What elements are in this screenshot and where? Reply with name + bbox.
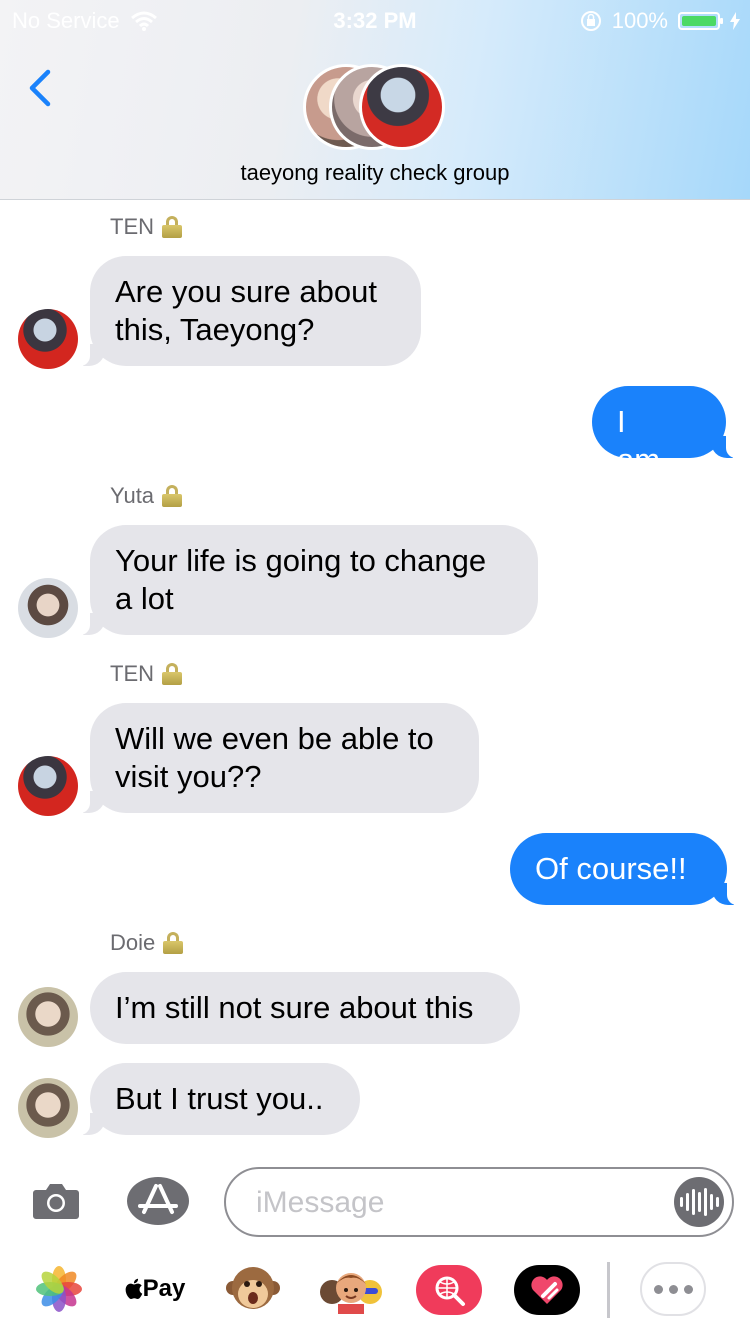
battery-icon <box>678 12 723 30</box>
incoming-message-bubble[interactable]: I’m still not sure about this <box>90 972 520 1044</box>
imessage-input[interactable] <box>256 1183 676 1223</box>
charging-bolt-icon <box>730 12 740 30</box>
message-text: I’m still not sure about this <box>115 990 474 1025</box>
outgoing-message-bubble[interactable]: I am... <box>592 386 738 477</box>
message-text: But I trust you.. <box>115 1081 324 1116</box>
drawer-divider <box>607 1262 610 1318</box>
monkey-animoji-icon[interactable] <box>226 1262 280 1316</box>
sender-name: TEN <box>110 661 182 687</box>
status-right: 100% <box>580 8 740 34</box>
sender-name: Doie <box>110 930 184 956</box>
message-text: I am... <box>617 404 686 477</box>
apple-pay-icon[interactable]: Pay <box>124 1262 186 1316</box>
message-text-line: a lot <box>115 581 174 616</box>
photos-app-icon[interactable] <box>36 1262 82 1316</box>
apple-logo-icon <box>125 1278 142 1299</box>
incoming-message-bubble[interactable]: But I trust you.. <box>78 1063 360 1135</box>
incoming-message-bubble[interactable]: Are you sure about this, Taeyong? <box>78 256 421 366</box>
conversation-header: No Service 3:32 PM 100% taeyong reality … <box>0 0 750 200</box>
incoming-message-bubble[interactable]: Will we even be able to visit you?? <box>78 703 479 813</box>
sender-avatar[interactable] <box>18 1078 78 1138</box>
message-text-line: visit you?? <box>115 759 262 794</box>
app-store-icon[interactable] <box>126 1176 190 1226</box>
group-member-avatar <box>359 64 445 150</box>
group-avatar-stack[interactable] <box>303 64 453 152</box>
apple-pay-label: Pay <box>142 1275 186 1302</box>
search-app-icon[interactable] <box>416 1265 482 1315</box>
sender-name: TEN <box>110 214 182 240</box>
lock-icon <box>162 485 183 507</box>
camera-icon[interactable] <box>32 1180 80 1220</box>
message-text-line: this, Taeyong? <box>115 312 315 347</box>
sender-avatar[interactable] <box>18 987 78 1047</box>
lock-icon <box>162 663 182 685</box>
lock-icon <box>163 932 184 954</box>
message-text-line: Your life is going to change <box>115 543 487 578</box>
lock-icon <box>162 216 182 238</box>
sender-avatar[interactable] <box>18 309 78 369</box>
group-name[interactable]: taeyong reality check group <box>0 160 750 186</box>
battery-percent: 100% <box>611 8 668 33</box>
message-text-line: Are you sure about <box>115 274 377 309</box>
imessage-field-container <box>224 1167 734 1237</box>
message-text: Of course!! <box>535 851 687 886</box>
more-apps-icon[interactable] <box>640 1262 706 1316</box>
back-chevron-icon[interactable] <box>22 66 62 110</box>
message-text-line: Will we even be able to <box>115 721 434 756</box>
sender-avatar[interactable] <box>18 756 78 816</box>
sender-avatar[interactable] <box>18 578 78 638</box>
memoji-icon[interactable] <box>318 1262 384 1316</box>
incoming-message-bubble[interactable]: Your life is going to change a lot <box>78 525 538 635</box>
orientation-lock-icon <box>580 11 601 31</box>
audio-waveform-icon[interactable] <box>674 1177 724 1227</box>
outgoing-message-bubble[interactable]: Of course!! <box>510 833 739 905</box>
sender-name: Yuta <box>110 483 183 509</box>
digital-touch-icon[interactable] <box>514 1265 580 1315</box>
status-bar: No Service 3:32 PM 100% <box>0 0 750 40</box>
